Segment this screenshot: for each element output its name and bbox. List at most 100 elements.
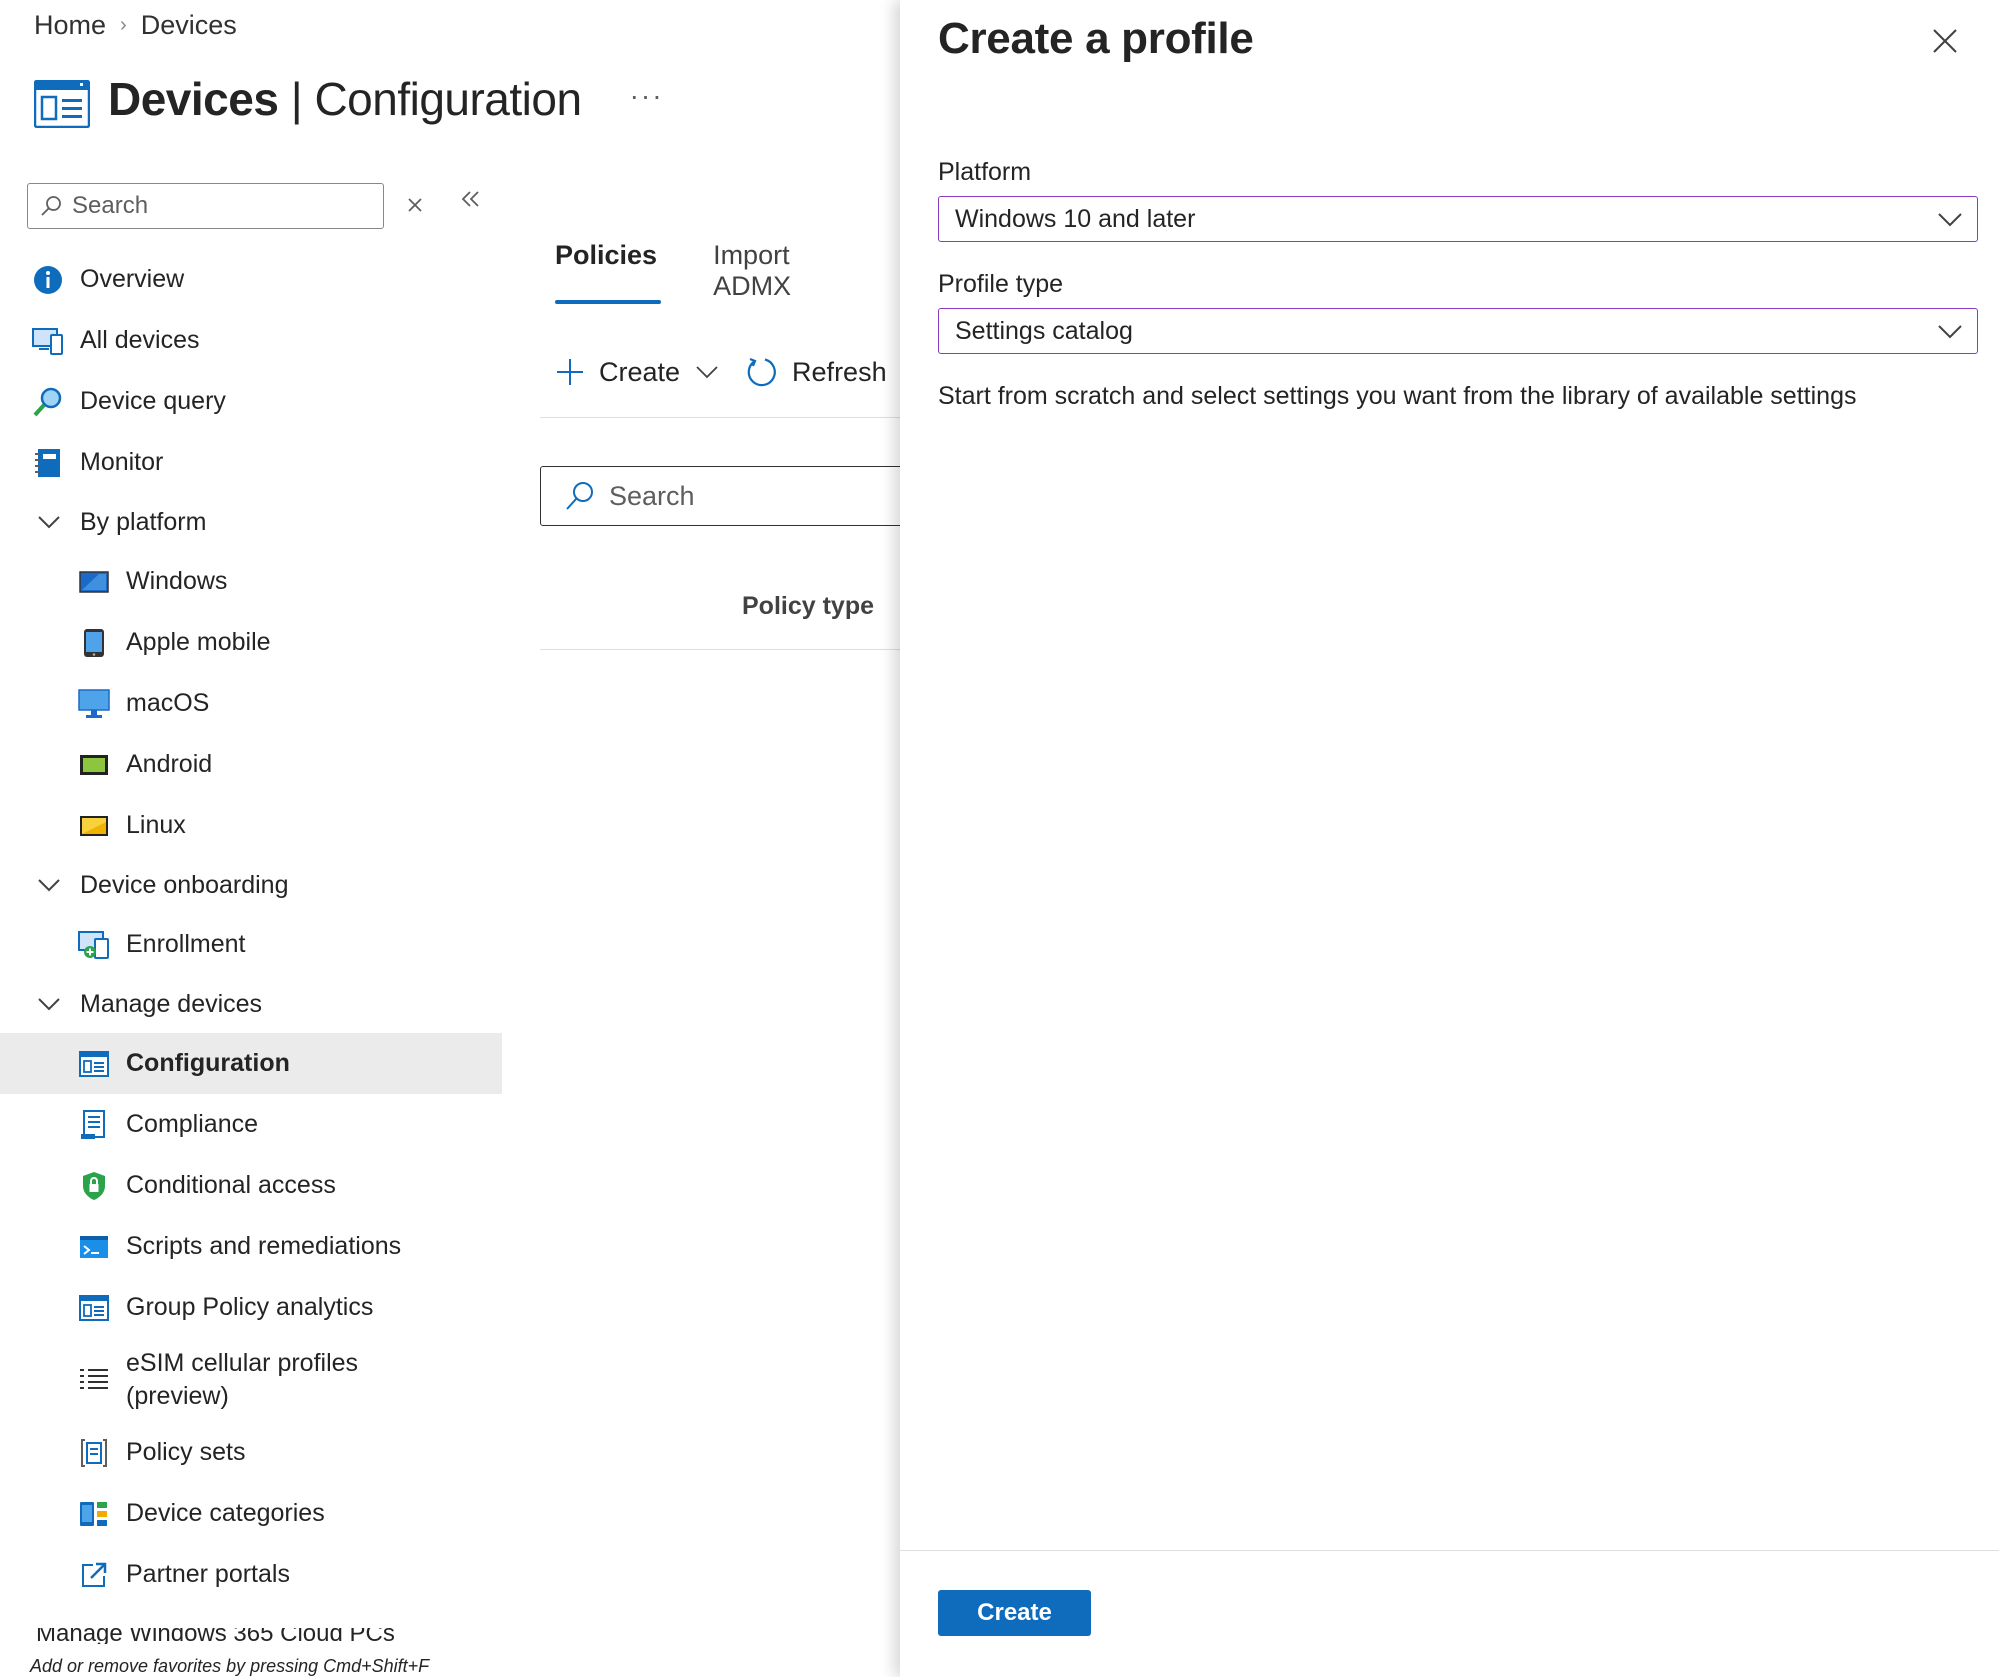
sidebar-nav: Overview All devices Device query Monito… <box>0 249 502 1605</box>
sidebar-group-label: Manage Windows 365 Cloud PCs <box>36 1628 395 1644</box>
sidebar-item-label: Conditional access <box>126 1171 336 1199</box>
sidebar-item-partner-portals[interactable]: Partner portals <box>0 1544 502 1605</box>
sidebar-item-device-categories[interactable]: Device categories <box>0 1483 502 1544</box>
devices-blade: Home › Devices Devices | Configuration ·… <box>0 0 920 1677</box>
sidebar-item-enrollment[interactable]: Enrollment <box>0 914 502 975</box>
policy-sets-icon <box>78 1437 110 1469</box>
android-icon <box>78 749 110 781</box>
windows-icon <box>78 566 110 598</box>
clear-filter-icon[interactable] <box>404 190 426 218</box>
create-dropdown-button[interactable]: Create <box>555 357 718 388</box>
sidebar-item-label: Monitor <box>80 448 164 476</box>
breadcrumb: Home › Devices <box>34 10 237 41</box>
collapse-menu-icon[interactable] <box>459 186 481 212</box>
create-profile-panel: Create a profile Platform Windows 10 and… <box>900 0 1999 1677</box>
page-title: Devices | Configuration <box>108 73 582 125</box>
sidebar-item-compliance[interactable]: Compliance <box>0 1094 502 1155</box>
policy-search-placeholder: Search <box>609 480 695 511</box>
sidebar-item-label: Configuration <box>126 1049 290 1077</box>
policy-search-input[interactable]: Search <box>540 466 920 526</box>
sidebar-item-label: Overview <box>80 265 185 293</box>
search-icon <box>566 482 593 510</box>
favorites-hint: Add or remove favorites by pressing Cmd+… <box>30 1656 430 1676</box>
nav-search-input[interactable]: Search <box>27 183 384 229</box>
sidebar-item-monitor[interactable]: Monitor <box>0 432 502 493</box>
sidebar-item-label: Policy sets <box>126 1438 246 1466</box>
sidebar-item-label: macOS <box>126 689 210 717</box>
chevron-down-icon <box>38 879 60 892</box>
sidebar-group-label: Manage devices <box>80 989 263 1018</box>
profile-type-selected-value: Settings catalog <box>955 316 1133 345</box>
sidebar-item-overview[interactable]: Overview <box>0 249 502 310</box>
sidebar-item-device-query[interactable]: Device query <box>0 371 502 432</box>
panel-title: Create a profile <box>938 14 1254 63</box>
sidebar-item-apple-mobile[interactable]: Apple mobile <box>0 612 502 673</box>
command-bar: Create Refresh <box>555 356 915 388</box>
sidebar-item-scripts-remediations[interactable]: Scripts and remediations <box>0 1216 502 1277</box>
sidebar-item-label: All devices <box>80 326 200 354</box>
sidebar-item-android[interactable]: Android <box>0 734 502 795</box>
breadcrumb-devices[interactable]: Devices <box>141 10 237 41</box>
create-button[interactable]: Create <box>938 1590 1091 1636</box>
divider <box>900 1550 1999 1551</box>
close-icon[interactable] <box>1932 28 1958 54</box>
sidebar-group-manage-devices[interactable]: Manage devices <box>0 975 502 1033</box>
sidebar-item-label: Enrollment <box>126 930 246 958</box>
refresh-button[interactable]: Refresh <box>746 356 887 388</box>
divider <box>540 649 900 650</box>
sidebar-item-label: Windows <box>126 567 228 595</box>
linux-icon <box>78 810 110 842</box>
device-categories-icon <box>78 1498 110 1530</box>
divider <box>540 417 900 418</box>
sidebar-item-label: Android <box>126 750 213 778</box>
device-query-icon <box>32 386 64 418</box>
sidebar-item-policy-sets[interactable]: Policy sets <box>0 1422 502 1483</box>
configuration-icon <box>34 80 90 128</box>
sidebar-item-label: Device categories <box>126 1499 325 1527</box>
sidebar-item-label: Device query <box>80 387 226 415</box>
search-icon <box>41 196 61 216</box>
sidebar-item-label: Partner portals <box>126 1560 290 1588</box>
sidebar-item-label: Scripts and remediations <box>126 1232 402 1260</box>
tab-import-admx[interactable]: Import ADMX <box>713 240 844 304</box>
apple-mobile-icon <box>78 627 110 659</box>
list-icon <box>78 1364 110 1396</box>
enrollment-icon <box>78 929 110 961</box>
configuration-icon <box>78 1048 110 1080</box>
profile-type-description: Start from scratch and select settings y… <box>938 382 1857 410</box>
sidebar-item-esim-profiles[interactable]: eSIM cellular profiles (preview) <box>0 1338 502 1422</box>
more-options-button[interactable]: ··· <box>630 80 664 112</box>
sidebar-item-macos[interactable]: macOS <box>0 673 502 734</box>
sidebar-item-label: Compliance <box>126 1110 259 1138</box>
sidebar-item-group-policy-analytics[interactable]: Group Policy analytics <box>0 1277 502 1338</box>
sidebar-group-windows365[interactable]: Manage Windows 365 Cloud PCs <box>36 1628 456 1644</box>
create-label: Create <box>599 356 681 387</box>
group-policy-icon <box>78 1292 110 1324</box>
profile-type-dropdown[interactable]: Settings catalog <box>938 308 1978 354</box>
all-devices-icon <box>32 325 64 357</box>
column-header-policy-type[interactable]: Policy type <box>742 592 874 621</box>
breadcrumb-home[interactable]: Home <box>34 10 106 41</box>
tab-policies[interactable]: Policies <box>555 240 662 304</box>
scripts-icon <box>78 1231 110 1263</box>
info-icon <box>32 264 64 296</box>
monitor-icon <box>32 447 64 479</box>
profile-type-label: Profile type <box>938 270 1064 298</box>
sidebar-group-label: By platform <box>80 507 207 536</box>
sidebar-item-configuration[interactable]: Configuration <box>0 1033 502 1094</box>
sidebar-item-all-devices[interactable]: All devices <box>0 310 502 371</box>
chevron-down-icon <box>38 516 60 529</box>
sidebar-item-linux[interactable]: Linux <box>0 795 502 856</box>
platform-dropdown[interactable]: Windows 10 and later <box>938 196 1978 242</box>
refresh-label: Refresh <box>792 356 887 387</box>
page-header: Devices | Configuration ··· <box>34 70 664 128</box>
sidebar-item-label: eSIM cellular profiles (preview) <box>126 1349 359 1410</box>
sidebar-group-by-platform[interactable]: By platform <box>0 493 502 551</box>
sidebar-item-conditional-access[interactable]: Conditional access <box>0 1155 502 1216</box>
external-link-icon <box>78 1559 110 1591</box>
chevron-down-icon <box>38 998 60 1011</box>
sidebar-item-windows[interactable]: Windows <box>0 551 502 612</box>
refresh-icon <box>747 357 776 387</box>
sidebar-group-device-onboarding[interactable]: Device onboarding <box>0 856 502 914</box>
chevron-down-icon <box>696 366 718 379</box>
